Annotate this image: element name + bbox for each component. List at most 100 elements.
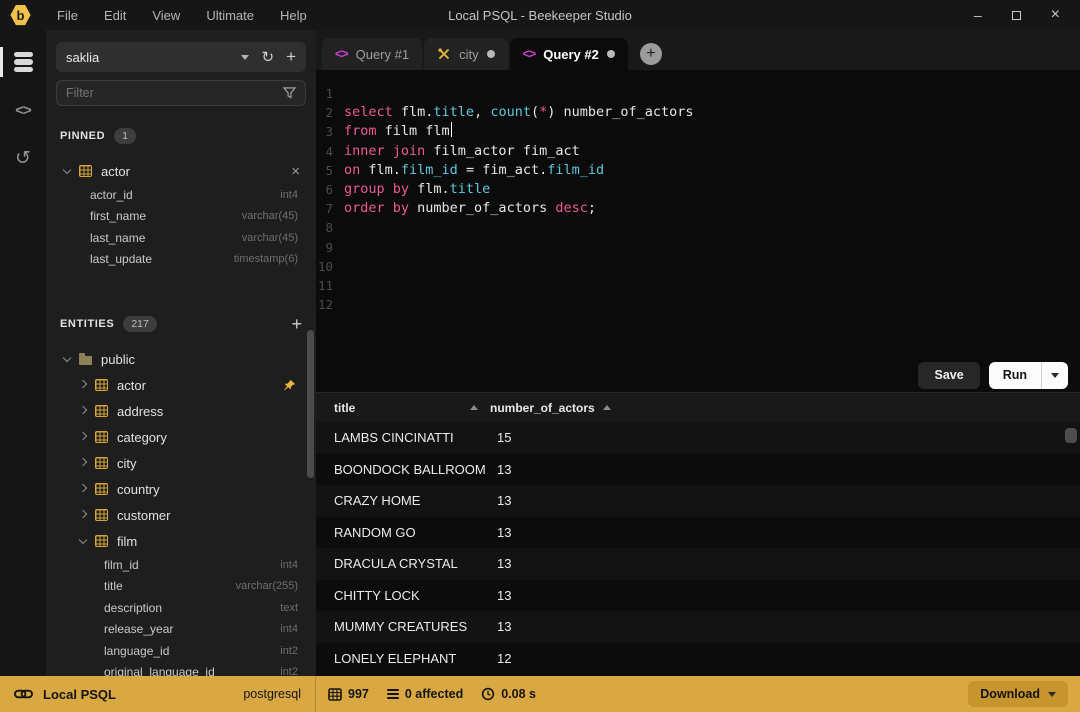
column-row: language_idint2: [56, 640, 306, 662]
results-panel: title number_of_actors LAMBS CINCINATTI1…: [316, 392, 1080, 676]
pin-icon: [283, 379, 296, 392]
entity-name: city: [117, 456, 137, 471]
column-row: original_language_idint2: [56, 662, 306, 677]
schema-public[interactable]: public: [56, 346, 306, 372]
line-number: 1: [316, 84, 344, 103]
menu-edit[interactable]: Edit: [104, 8, 126, 23]
query-actions: Save Run: [316, 358, 1080, 392]
results-scrollbar[interactable]: [1065, 428, 1077, 443]
cell-number-of-actors: 13: [490, 588, 511, 603]
cell-number-of-actors: 12: [490, 651, 511, 666]
entity-table-customer[interactable]: customer: [56, 502, 306, 528]
run-label[interactable]: Run: [989, 362, 1041, 389]
rail-queries-button[interactable]: <>: [0, 90, 46, 130]
folder-icon: [79, 356, 92, 365]
download-button[interactable]: Download: [968, 681, 1068, 707]
table-row[interactable]: CHITTY LOCK13: [316, 580, 1080, 612]
menu-help[interactable]: Help: [280, 8, 307, 23]
code-line: 6group by flm.title: [316, 180, 1080, 199]
tab-city[interactable]: city: [424, 38, 508, 70]
cell-title: CHITTY LOCK: [316, 588, 490, 603]
chevron-down-icon: [63, 165, 71, 173]
sql-editor[interactable]: 12select flm.title, count(*) number_of_a…: [316, 70, 1080, 358]
table-row[interactable]: LONELY ELEPHANT12: [316, 643, 1080, 675]
sidebar-scrollbar[interactable]: [307, 330, 314, 478]
entity-table-address[interactable]: address: [56, 398, 306, 424]
run-button[interactable]: Run: [989, 362, 1068, 389]
new-tab-button[interactable]: +: [640, 43, 662, 65]
table-row[interactable]: DRACULA CRYSTAL13: [316, 548, 1080, 580]
entity-table-city[interactable]: city: [56, 450, 306, 476]
menu-view[interactable]: View: [152, 8, 180, 23]
save-button[interactable]: Save: [918, 362, 979, 389]
pinned-label: PINNED: [60, 130, 105, 142]
chevron-down-icon: [63, 353, 71, 361]
chevron-right-icon: [79, 509, 87, 517]
cell-title: RANDOM GO: [316, 525, 490, 540]
app-window: b FileEditViewUltimateHelp Local PSQL - …: [0, 0, 1080, 712]
column-type: int4: [280, 559, 298, 571]
tab-label: Query #1: [356, 47, 409, 62]
entity-table-category[interactable]: category: [56, 424, 306, 450]
connection-status[interactable]: Local PSQL postgresql: [0, 676, 316, 712]
tab-label: Query #2: [543, 47, 599, 62]
column-row: first_namevarchar(45): [56, 206, 306, 228]
table-icon: [95, 535, 108, 547]
column-row: film_idint4: [56, 554, 306, 576]
chevron-right-icon: [79, 483, 87, 491]
elapsed-value: 0.08 s: [501, 687, 536, 701]
wrench-icon: [437, 47, 451, 61]
entity-table-film[interactable]: film: [56, 528, 306, 554]
unpin-icon[interactable]: ×: [291, 163, 300, 180]
connection-name: saklia: [66, 50, 229, 65]
filter-funnel-icon: [283, 87, 296, 99]
table-row[interactable]: CRAZY HOME13: [316, 485, 1080, 517]
close-icon[interactable]: ×: [1051, 9, 1060, 21]
cell-title: LONELY ELEPHANT: [316, 651, 490, 666]
line-number: 4: [316, 142, 344, 161]
cell-title: BOONDOCK BALLROOM: [316, 462, 490, 477]
line-number: 12: [316, 295, 344, 314]
rail-history-button[interactable]: ↺: [0, 138, 46, 178]
query-code-icon: <>: [335, 47, 348, 61]
tab-query-1[interactable]: <> Query #1: [322, 38, 422, 70]
table-row[interactable]: MUMMY CREATURES13: [316, 611, 1080, 643]
connection-dropdown[interactable]: saklia ↻ +: [56, 42, 306, 72]
window-controls: – ×: [974, 9, 1070, 21]
run-options-button[interactable]: [1042, 362, 1068, 389]
entity-table-actor[interactable]: actor: [56, 372, 306, 398]
line-number: 10: [316, 257, 344, 276]
table-icon: [95, 483, 108, 495]
beekeeper-logo-icon: b: [10, 5, 31, 26]
table-row[interactable]: LAMBS CINCINATTI15: [316, 422, 1080, 454]
column-name: film_id: [104, 558, 280, 572]
maximize-icon[interactable]: [1012, 11, 1021, 20]
query-code-icon: <>: [523, 47, 536, 61]
pinned-table-actor[interactable]: actor×: [56, 158, 306, 184]
refresh-icon[interactable]: ↻: [261, 48, 274, 66]
affected-value: 0 affected: [405, 687, 463, 701]
column-header-number-of-actors[interactable]: number_of_actors: [490, 401, 611, 415]
add-entity-icon[interactable]: +: [291, 317, 302, 331]
column-row: last_namevarchar(45): [56, 227, 306, 249]
code-text: from film flm: [344, 122, 452, 141]
minimize-icon[interactable]: –: [974, 10, 982, 20]
elapsed-stat: 0.08 s: [481, 687, 536, 701]
menu-ultimate[interactable]: Ultimate: [206, 8, 254, 23]
rail-tables-button[interactable]: [0, 42, 46, 82]
column-type: varchar(45): [242, 232, 298, 244]
menu-file[interactable]: File: [57, 8, 78, 23]
row-count-value: 997: [348, 687, 369, 701]
table-row[interactable]: BOONDOCK BALLROOM13: [316, 454, 1080, 486]
cell-number-of-actors: 13: [490, 525, 511, 540]
tab-query-2[interactable]: <> Query #2: [510, 38, 628, 70]
line-number: 3: [316, 122, 344, 141]
line-number: 9: [316, 238, 344, 257]
add-connection-icon[interactable]: +: [286, 50, 296, 64]
entity-filter-input[interactable]: Filter: [56, 80, 306, 106]
column-name: last_update: [90, 252, 234, 266]
entity-table-country[interactable]: country: [56, 476, 306, 502]
column-header-title[interactable]: title: [316, 401, 490, 415]
code-line: 7order by number_of_actors desc;: [316, 199, 1080, 218]
table-row[interactable]: RANDOM GO13: [316, 517, 1080, 549]
